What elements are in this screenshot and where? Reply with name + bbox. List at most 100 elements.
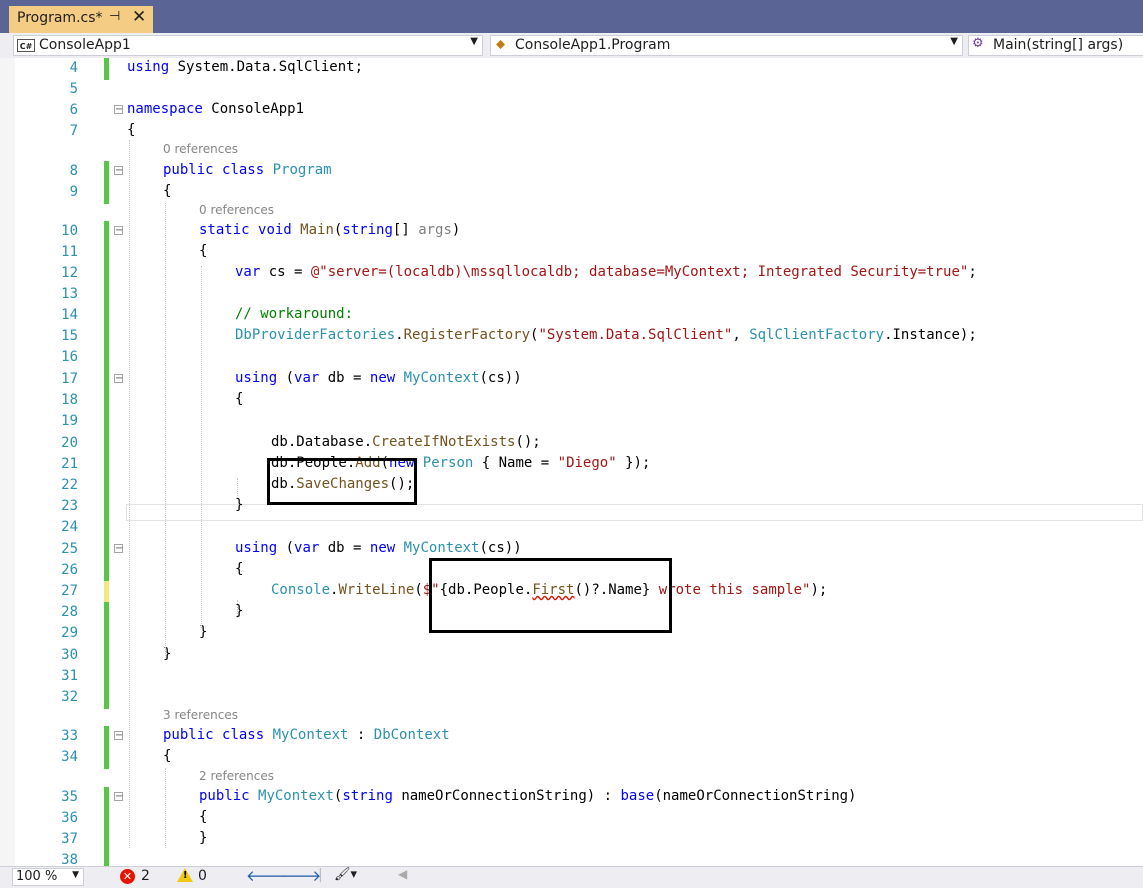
code-line[interactable]: 15 DbProviderFactories.RegisterFactory("S… <box>0 326 1143 348</box>
code-line[interactable]: 19 <box>0 411 1143 433</box>
collapse-toggle-icon[interactable]: − <box>114 544 123 554</box>
project-dropdown[interactable]: C# ConsoleApp1 ▼ <box>13 35 483 56</box>
code-line[interactable]: 38 <box>0 850 1143 866</box>
code-token: new <box>369 540 396 556</box>
code-text[interactable]: { <box>163 183 171 199</box>
code-cleanup-icon[interactable]: 🖌▾ <box>334 867 357 882</box>
zoom-dropdown[interactable]: 100 % ▼ <box>12 868 84 886</box>
code-line[interactable]: 6 − namespace ConsoleApp1 <box>0 100 1143 121</box>
code-token: base <box>620 788 655 804</box>
line-number: 7 <box>69 123 78 139</box>
warning-icon[interactable]: ! <box>177 868 193 882</box>
collapse-toggle-icon[interactable]: − <box>114 792 123 802</box>
code-line[interactable]: 30} <box>0 645 1143 667</box>
codelens-reference-count[interactable]: 3 references <box>163 708 238 722</box>
code-text[interactable]: } <box>235 497 243 513</box>
code-line[interactable]: 11 { <box>0 242 1143 264</box>
code-line[interactable]: 9{ <box>0 182 1143 204</box>
tab-program-cs[interactable]: Program.cs* ⊣ ✕ <box>9 6 153 33</box>
code-text[interactable]: { <box>127 122 135 138</box>
code-line[interactable]: 4 using System.Data.SqlClient; <box>0 58 1143 80</box>
collapse-toggle-icon[interactable]: − <box>114 374 123 384</box>
close-icon[interactable]: ✕ <box>132 7 146 27</box>
code-text[interactable]: { <box>199 809 207 825</box>
code-line[interactable]: 37} <box>0 829 1143 851</box>
code-line[interactable]: 33 − public class MyContext : DbContext <box>0 726 1143 748</box>
type-dropdown[interactable]: ⬥ ConsoleApp1.Program ▼ <box>490 35 963 56</box>
code-text[interactable]: static void Main(string[] args) <box>199 222 460 238</box>
code-text[interactable]: { <box>235 391 243 407</box>
code-line[interactable]: 20 db.Database.CreateIfNotExists(); <box>0 433 1143 455</box>
code-text[interactable]: namespace ConsoleApp1 <box>127 101 304 117</box>
codelens-reference-count[interactable]: 0 references <box>163 142 238 156</box>
code-line[interactable]: 12 var cs = @"server=(localdb)\mssqllocal… <box>0 263 1143 285</box>
code-text[interactable]: public class MyContext : DbContext <box>163 727 450 743</box>
error-icon[interactable]: ✕ <box>120 869 135 884</box>
code-token: using <box>127 59 170 75</box>
code-text[interactable]: db.Database.CreateIfNotExists(); <box>271 434 541 450</box>
code-line[interactable]: 31 <box>0 666 1143 688</box>
line-number: 18 <box>61 392 78 408</box>
code-text[interactable]: { <box>163 748 171 764</box>
code-line[interactable]: 5 <box>0 79 1143 100</box>
code-token: nameOrConnectionString) : <box>392 788 621 804</box>
code-line[interactable]: 24 <box>0 517 1143 539</box>
collapse-toggle-icon[interactable]: − <box>114 731 123 741</box>
codelens-reference-count[interactable]: 0 references <box>199 203 274 217</box>
change-marker <box>104 433 109 455</box>
code-text[interactable]: using (var db = new MyContext(cs)) <box>235 540 522 556</box>
line-number: 34 <box>61 749 78 765</box>
code-line[interactable]: 22 db.SaveChanges(); <box>0 475 1143 497</box>
code-line[interactable]: 10 − static void Main(string[] args) <box>0 221 1143 243</box>
scroll-left-icon[interactable]: ◀ <box>398 867 407 881</box>
code-line[interactable]: 25 − using (var db = new MyContext(cs)) <box>0 539 1143 561</box>
collapse-toggle-icon[interactable]: − <box>114 105 123 115</box>
code-line[interactable]: 13 <box>0 284 1143 306</box>
code-editor[interactable]: 4 using System.Data.SqlClient; 5 6− namespac… <box>0 58 1143 866</box>
code-text[interactable]: DbProviderFactories.RegisterFactory("Sys… <box>235 327 977 343</box>
collapse-toggle-icon[interactable]: − <box>114 226 123 236</box>
code-line[interactable]: 21 db.People.Add(new Person { Name = "Die… <box>0 454 1143 476</box>
code-text[interactable]: using (var db = new MyContext(cs)) <box>235 370 522 386</box>
indent-guide <box>165 768 166 848</box>
code-text[interactable]: { <box>235 561 243 577</box>
code-line[interactable]: 23} <box>0 496 1143 518</box>
code-text[interactable]: var cs = @"server=(localdb)\mssqllocaldb… <box>235 264 977 280</box>
code-line[interactable]: 8 − public class Program <box>0 161 1143 183</box>
line-number: 19 <box>61 413 78 429</box>
codelens-reference-count[interactable]: 2 references <box>199 769 274 783</box>
code-text[interactable]: { <box>199 243 207 259</box>
code-token: var <box>235 264 261 280</box>
code-line[interactable]: 34 { <box>0 747 1143 769</box>
navigate-forward-icon[interactable]: 🡒 <box>281 866 321 885</box>
code-text[interactable]: } <box>199 830 207 846</box>
code-token: // workaround: <box>235 306 354 322</box>
line-number: 6 <box>69 102 78 118</box>
code-text[interactable]: // workaround: <box>235 306 353 322</box>
code-line[interactable]: 16 <box>0 347 1143 369</box>
code-token: db = <box>319 540 370 556</box>
code-text[interactable]: public class Program <box>163 162 332 178</box>
code-line[interactable]: 32 <box>0 687 1143 709</box>
code-line[interactable]: 18 { <box>0 390 1143 412</box>
line-number: 16 <box>61 349 78 365</box>
pin-icon[interactable]: ⊣ <box>109 9 120 24</box>
code-line[interactable]: 17 − using (var db = new MyContext(cs)) <box>0 369 1143 391</box>
change-marker <box>104 390 109 412</box>
error-count[interactable]: 2 <box>141 868 150 884</box>
line-number: 27 <box>61 583 78 599</box>
change-marker <box>104 623 109 645</box>
code-text[interactable]: using System.Data.SqlClient; <box>127 59 363 75</box>
warning-count[interactable]: 0 <box>198 868 207 884</box>
code-line[interactable]: 36 { <box>0 808 1143 830</box>
code-token: SqlClientFactory <box>749 327 885 343</box>
code-text[interactable]: public MyContext(string nameOrConnection… <box>199 788 856 804</box>
code-line[interactable]: 7{ <box>0 121 1143 142</box>
code-line[interactable]: 35 − public MyContext(string nameOrConnect… <box>0 787 1143 809</box>
code-line[interactable]: 14 // workaround: <box>0 305 1143 327</box>
member-dropdown[interactable]: ⚙ Main(string[] args) <box>968 35 1143 56</box>
collapse-toggle-icon[interactable]: − <box>114 166 123 176</box>
chevron-down-icon: ▼ <box>72 870 79 880</box>
